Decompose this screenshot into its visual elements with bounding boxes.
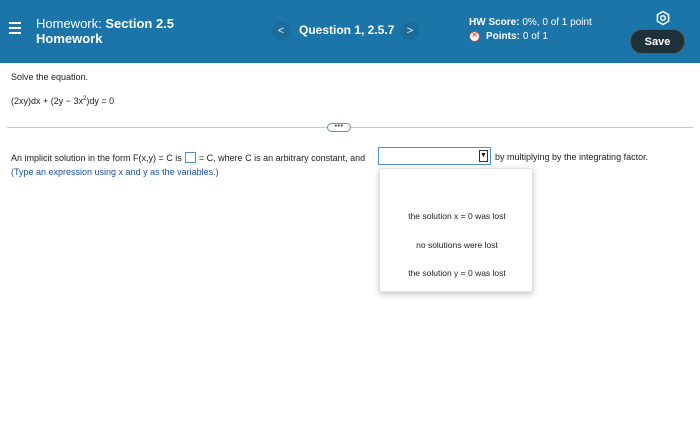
prompt-after-box: = C, where C is an arbitrary constant, a… [198, 152, 366, 163]
homework-title: Homework: Section 2.5 [36, 17, 174, 31]
next-question-button[interactable]: > [401, 22, 419, 40]
save-button[interactable]: Save [630, 29, 685, 54]
dropdown-arrow-icon[interactable]: ▼ [479, 150, 488, 162]
settings-gear-icon[interactable] [655, 10, 671, 26]
title-section: Section 2.5 [105, 16, 175, 31]
top-header: Homework: Section 2.5 Homework < Questio… [0, 0, 700, 63]
prompt-before-box: An implicit solution in the form F(x,y) … [11, 152, 182, 163]
dropdown-menu: the solution x = 0 was lost no solutions… [379, 168, 533, 292]
chevron-left-icon: < [277, 25, 285, 37]
points-value: 0 of 1 [522, 31, 548, 42]
previous-question-button[interactable]: < [272, 22, 290, 40]
dropdown-option-y-lost[interactable]: the solution y = 0 was lost [380, 268, 534, 278]
points-label: Points: [486, 31, 520, 42]
question-label: Question 1, 2.5.7 [299, 23, 395, 37]
hw-score-value: 0%, 0 of 1 point [522, 17, 592, 28]
lost-solution-dropdown[interactable]: ▼ [378, 147, 491, 165]
dropdown-option-none-lost[interactable]: no solutions were lost [380, 240, 534, 250]
answer-prompt: An implicit solution in the form F(x,y) … [11, 152, 365, 163]
hw-score-label: HW Score: [469, 17, 520, 28]
dropdown-option-x-lost[interactable]: the solution x = 0 was lost [380, 211, 534, 221]
hint-text: (Type an expression using x and y as the… [11, 167, 219, 177]
title-prefix: Homework: [36, 16, 102, 31]
homework-subtitle: Homework [36, 31, 103, 46]
answer-input-box[interactable] [184, 152, 196, 163]
equation: (2xy)dx + (2y − 3x2)dy = 0 [11, 96, 114, 106]
chevron-right-icon: > [406, 25, 414, 37]
instruction-text: Solve the equation. [11, 72, 89, 82]
equation-part-2: )dy = 0 [86, 96, 115, 106]
hw-score: HW Score: 0%, 0 of 1 point [469, 17, 592, 28]
equation-part-1: (2xy)dx + (2y − 3x [11, 96, 84, 106]
expand-more-button[interactable]: ••• [327, 123, 351, 132]
prompt-after-dropdown: by multiplying by the integrating factor… [495, 152, 649, 162]
points-status: ✕ Points: 0 of 1 [469, 31, 548, 42]
hamburger-menu-icon[interactable] [9, 22, 21, 36]
incorrect-icon: ✕ [469, 31, 480, 42]
